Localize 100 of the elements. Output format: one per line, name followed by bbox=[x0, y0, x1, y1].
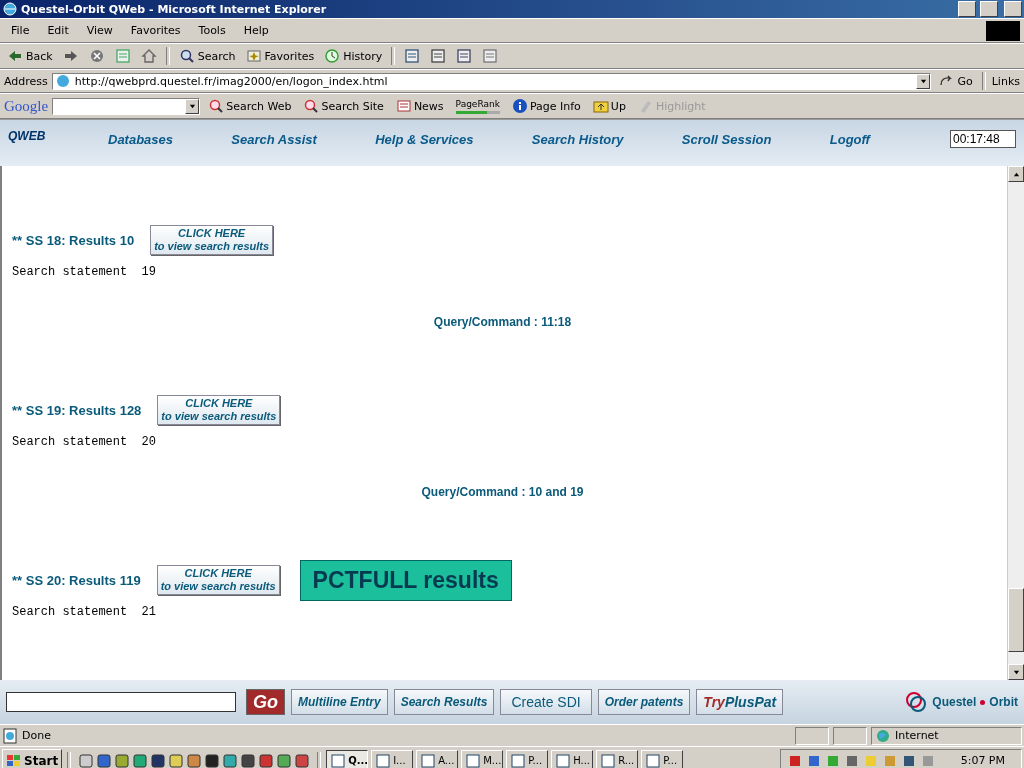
app-icon[interactable] bbox=[204, 752, 221, 768]
search-site-button[interactable]: Search Site bbox=[299, 98, 388, 114]
app-icon[interactable] bbox=[240, 752, 257, 768]
session-timer: 00:17:48 bbox=[950, 130, 1016, 148]
window-icon bbox=[600, 752, 617, 768]
app-icon[interactable] bbox=[150, 752, 167, 768]
app-icon[interactable] bbox=[294, 752, 311, 768]
callout-label: PCTFULL results bbox=[299, 559, 512, 601]
nav-link[interactable]: Logoff bbox=[829, 131, 870, 147]
caret-icon bbox=[1012, 170, 1020, 178]
taskbar-button[interactable]: M... bbox=[461, 750, 504, 768]
taskbar-button[interactable]: P... bbox=[641, 750, 684, 768]
taskbar-button[interactable]: A... bbox=[416, 750, 459, 768]
info-icon bbox=[511, 98, 528, 114]
nav-link[interactable]: Search History bbox=[531, 131, 624, 147]
window-icon bbox=[555, 752, 572, 768]
window-title: Questel-Orbit QWeb - Microsoft Internet Explorer bbox=[21, 2, 328, 16]
up-button[interactable]: Up bbox=[588, 98, 630, 114]
search-icon bbox=[178, 48, 195, 64]
nav-link[interactable]: Scroll Session bbox=[681, 131, 772, 147]
view-results-button[interactable]: CLICK HERE to view search results bbox=[150, 225, 274, 255]
window-icon bbox=[465, 752, 482, 768]
browser-icon bbox=[2, 1, 18, 17]
search-icon bbox=[303, 98, 320, 114]
google-logo: Google bbox=[4, 97, 49, 115]
rings-logo-icon bbox=[904, 690, 929, 714]
search-button[interactable]: Search bbox=[175, 47, 239, 65]
action-button[interactable]: Create SDI bbox=[500, 689, 592, 715]
document-icon bbox=[114, 48, 131, 64]
app-icon[interactable] bbox=[186, 752, 203, 768]
status-panel bbox=[833, 726, 867, 745]
action-button[interactable]: Search Results bbox=[393, 689, 495, 715]
nav-link[interactable]: Databases bbox=[108, 131, 174, 147]
window-icon bbox=[420, 752, 437, 768]
search-statement: Search statement 21 bbox=[12, 605, 158, 619]
nav-link[interactable]: Help & Services bbox=[375, 131, 474, 147]
search-web-button[interactable]: Search Web bbox=[204, 98, 296, 114]
folder-icon bbox=[592, 98, 609, 114]
menu-item[interactable]: Help bbox=[236, 24, 276, 37]
action-button[interactable]: Order patents bbox=[597, 689, 691, 715]
result-summary: ** SS 18: Results 10 bbox=[12, 232, 135, 248]
result-summary: ** SS 20: Results 119 bbox=[12, 572, 141, 588]
favorites-button[interactable]: Favorites bbox=[242, 47, 318, 65]
taskbar-button[interactable]: P... bbox=[506, 750, 549, 768]
address-field[interactable]: http://qwebprd.questel.fr/imag2000/en/logon_index.html bbox=[51, 72, 932, 90]
caret-icon bbox=[188, 102, 196, 110]
zone-text: Internet bbox=[895, 729, 939, 742]
google-search-field[interactable] bbox=[52, 97, 201, 115]
menu-item[interactable]: Favorites bbox=[123, 24, 188, 37]
taskbar-button[interactable]: Q... bbox=[326, 750, 369, 768]
app-icon[interactable] bbox=[132, 752, 149, 768]
page-icon bbox=[2, 727, 18, 744]
minimize-button[interactable] bbox=[958, 1, 976, 17]
document-icon bbox=[404, 48, 421, 64]
qweb-logo: QWEB bbox=[8, 129, 47, 143]
go-button[interactable]: Go bbox=[935, 72, 976, 90]
links-button[interactable]: Links bbox=[991, 74, 1020, 88]
start-button[interactable]: Start bbox=[2, 749, 63, 768]
view-results-button[interactable]: CLICK HERE to view search results bbox=[157, 395, 281, 425]
menu-item[interactable]: File bbox=[4, 24, 37, 37]
view-results-button[interactable]: CLICK HERE to view search results bbox=[156, 565, 280, 595]
taskbar-button[interactable]: I... bbox=[371, 750, 414, 768]
windows-flag-icon bbox=[6, 752, 22, 768]
query-command: Query/Command : 11:18 bbox=[432, 315, 573, 329]
search-statement: Search statement 19 bbox=[12, 265, 158, 279]
restore-button[interactable] bbox=[980, 1, 998, 17]
command-input[interactable] bbox=[6, 692, 236, 712]
pagerank-meter: PageRank bbox=[451, 98, 504, 114]
dot-icon bbox=[980, 699, 986, 705]
menu-item[interactable]: View bbox=[79, 24, 120, 37]
menu-item[interactable]: Tools bbox=[191, 24, 233, 37]
search-icon bbox=[208, 98, 225, 114]
app-icon[interactable] bbox=[114, 752, 131, 768]
brand-name: Orbit bbox=[989, 695, 1018, 709]
app-icon[interactable] bbox=[222, 752, 239, 768]
newspaper-icon bbox=[395, 98, 412, 114]
page-info-button[interactable]: Page Info bbox=[507, 98, 585, 114]
go-button[interactable]: Go bbox=[246, 689, 285, 715]
news-button[interactable]: News bbox=[391, 98, 448, 114]
close-button[interactable] bbox=[1004, 1, 1022, 17]
app-icon[interactable] bbox=[276, 752, 293, 768]
menu-item[interactable]: Edit bbox=[40, 24, 76, 37]
window-icon bbox=[510, 752, 527, 768]
app-icon[interactable] bbox=[96, 752, 113, 768]
back-button[interactable]: Back bbox=[4, 47, 56, 65]
app-icon[interactable] bbox=[258, 752, 275, 768]
query-command: Query/Command : 10 and 19 bbox=[420, 485, 585, 499]
scrollbar-thumb[interactable] bbox=[1008, 588, 1024, 652]
scrollbar[interactable] bbox=[1007, 166, 1024, 680]
globe-icon bbox=[875, 727, 891, 744]
nav-link[interactable]: Search Assist bbox=[231, 131, 317, 147]
page-icon bbox=[54, 73, 71, 89]
action-button[interactable]: Multiline Entry bbox=[291, 689, 388, 715]
action-button[interactable]: TryPlusPat bbox=[696, 689, 784, 715]
taskbar-button[interactable]: H... bbox=[551, 750, 594, 768]
history-button[interactable]: History bbox=[321, 47, 386, 65]
status-panel bbox=[795, 726, 829, 745]
taskbar-button[interactable]: R... bbox=[596, 750, 639, 768]
clock: 5:07 PM bbox=[960, 754, 1005, 767]
caret-icon bbox=[919, 77, 927, 85]
